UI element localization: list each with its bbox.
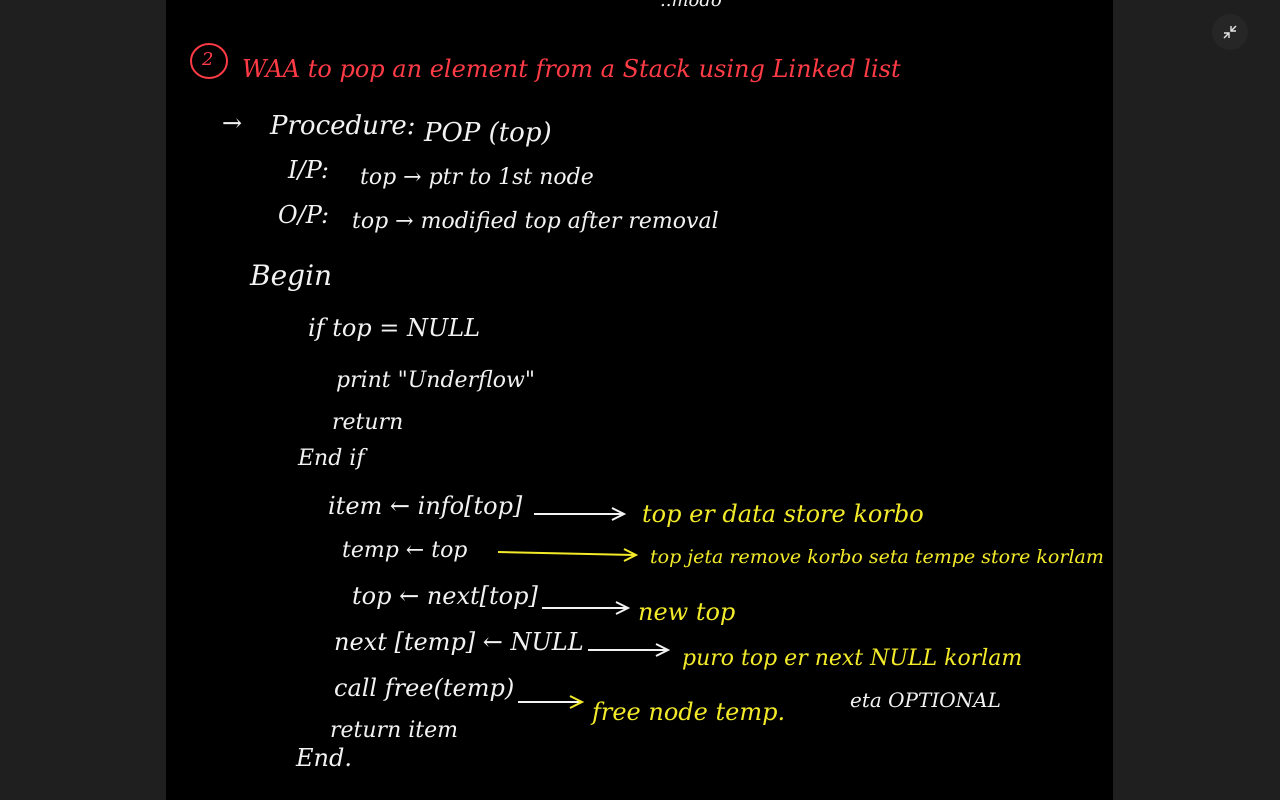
optional-note: eta OPTIONAL	[850, 688, 1001, 712]
output-label: O/P:	[278, 201, 330, 229]
problem-number: 2	[202, 49, 214, 70]
step-code-top: top ← next[top]	[352, 582, 538, 610]
input-label: I/P:	[288, 156, 329, 184]
note-canvas: ..modo 2 WAA to pop an element from a St…	[166, 0, 1113, 800]
step-note-free: free node temp.	[592, 698, 786, 726]
input-text: top → ptr to 1st node	[360, 165, 594, 190]
procedure-arrow: →	[222, 109, 243, 137]
step-code-next: next [temp] ← NULL	[334, 628, 584, 656]
if-line: if top = NULL	[308, 314, 481, 342]
print-line: print "Underflow"	[336, 368, 535, 393]
step-code-free: call free(temp)	[334, 674, 515, 702]
step-note-temp: top jeta remove korbo seta tempe store k…	[650, 546, 1104, 568]
collapse-arrows-icon	[1223, 25, 1237, 39]
step-note-top: new top	[638, 598, 736, 626]
step-code-temp: temp ← top	[342, 538, 468, 563]
step-arrow-item	[534, 507, 627, 521]
step-note-item: top er data store korbo	[642, 500, 924, 528]
begin-label: Begin	[250, 259, 333, 292]
end-label: End.	[296, 744, 352, 772]
return-item: return item	[330, 718, 458, 743]
output-text: top → modified top after removal	[352, 209, 719, 234]
procedure-signature: POP (top)	[424, 118, 552, 148]
minimize-button[interactable]	[1212, 14, 1248, 50]
step-arrow-free	[518, 695, 585, 709]
step-arrow-temp	[497, 548, 639, 562]
left-frame	[0, 0, 166, 800]
step-code-item: item ← info[top]	[328, 492, 523, 520]
header-fragment: ..modo	[660, 0, 722, 11]
step-arrow-next	[588, 643, 671, 657]
right-frame	[1113, 0, 1280, 800]
end-if: End if	[298, 446, 365, 471]
problem-title: WAA to pop an element from a Stack using…	[242, 55, 901, 83]
procedure-label: Procedure:	[270, 111, 416, 141]
step-note-next: puro top er next NULL korlam	[682, 646, 1023, 671]
step-arrow-top	[542, 601, 631, 615]
return-line: return	[332, 410, 404, 435]
